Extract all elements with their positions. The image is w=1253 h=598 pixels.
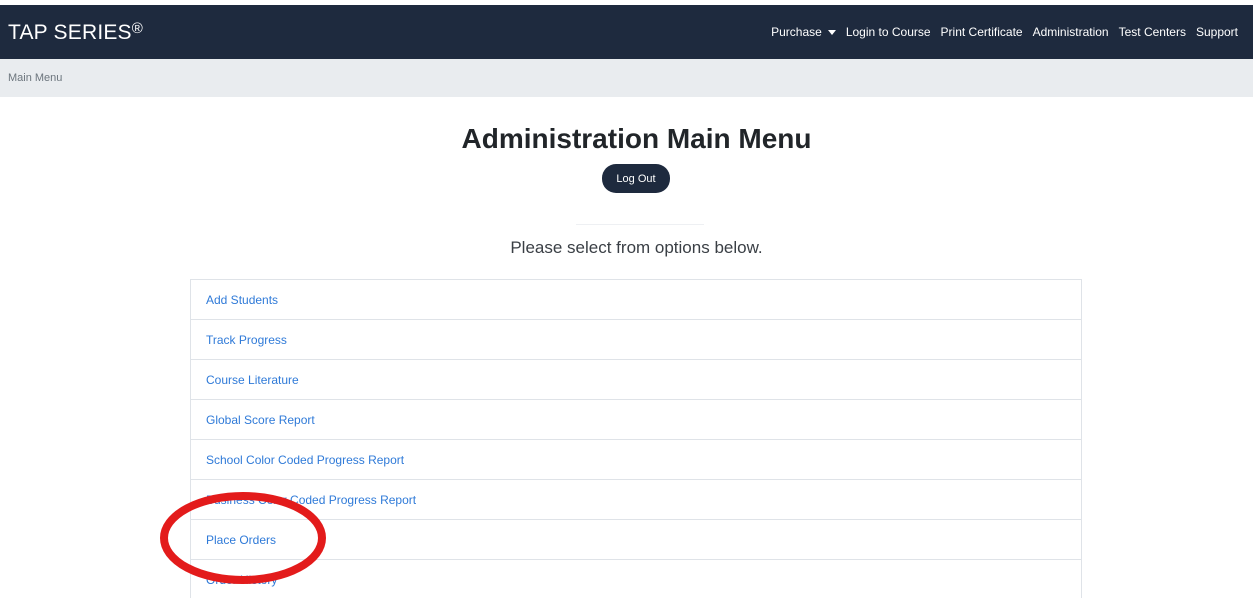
menu-item-order-history[interactable]: Order History <box>191 560 1081 598</box>
menu-link-order-history[interactable]: Order History <box>206 573 277 587</box>
menu-item-business-color-coded-report[interactable]: Business Color Coded Progress Report <box>191 480 1081 520</box>
top-navbar: TAP SERIES® Purchase Login to Course Pri… <box>0 5 1253 59</box>
menu-item-place-orders[interactable]: Place Orders <box>191 520 1081 560</box>
instructions-text: Please select from options below. <box>510 238 763 257</box>
menu-link-business-color-coded-report[interactable]: Business Color Coded Progress Report <box>206 493 416 507</box>
nav-test-centers[interactable]: Test Centers <box>1114 25 1191 39</box>
brand-logo[interactable]: TAP SERIES® <box>8 21 143 43</box>
breadcrumb-bar: Main Menu <box>0 59 1253 97</box>
menu-item-course-literature[interactable]: Course Literature <box>191 360 1081 400</box>
nav-support[interactable]: Support <box>1191 25 1243 39</box>
nav-login-to-course[interactable]: Login to Course <box>841 25 936 39</box>
caret-down-icon <box>827 30 836 35</box>
nav-administration[interactable]: Administration <box>1028 25 1114 39</box>
menu-item-global-score-report[interactable]: Global Score Report <box>191 400 1081 440</box>
nav-purchase-dropdown[interactable]: Purchase <box>766 25 841 39</box>
menu-link-global-score-report[interactable]: Global Score Report <box>206 413 315 427</box>
breadcrumb: Main Menu <box>8 72 63 84</box>
page-title: Administration Main Menu <box>461 123 812 154</box>
divider <box>576 224 704 225</box>
menu-link-place-orders[interactable]: Place Orders <box>206 533 276 547</box>
menu-link-school-color-coded-report[interactable]: School Color Coded Progress Report <box>206 453 404 467</box>
menu-link-add-students[interactable]: Add Students <box>206 293 278 307</box>
menu-item-track-progress[interactable]: Track Progress <box>191 320 1081 360</box>
registered-mark: ® <box>131 20 144 37</box>
page: TAP SERIES® Purchase Login to Course Pri… <box>0 0 1253 598</box>
brand-text: TAP SERIES <box>8 21 132 44</box>
admin-menu-list: Add Students Track Progress Course Liter… <box>190 279 1082 598</box>
menu-link-course-literature[interactable]: Course Literature <box>206 373 299 387</box>
nav-print-certificate[interactable]: Print Certificate <box>936 25 1028 39</box>
menu-item-add-students[interactable]: Add Students <box>191 280 1081 320</box>
log-out-button[interactable]: Log Out <box>602 164 670 193</box>
nav-purchase-label: Purchase <box>771 25 822 39</box>
nav-links: Purchase Login to Course Print Certifica… <box>766 25 1243 39</box>
menu-link-track-progress[interactable]: Track Progress <box>206 333 287 347</box>
menu-item-school-color-coded-report[interactable]: School Color Coded Progress Report <box>191 440 1081 480</box>
